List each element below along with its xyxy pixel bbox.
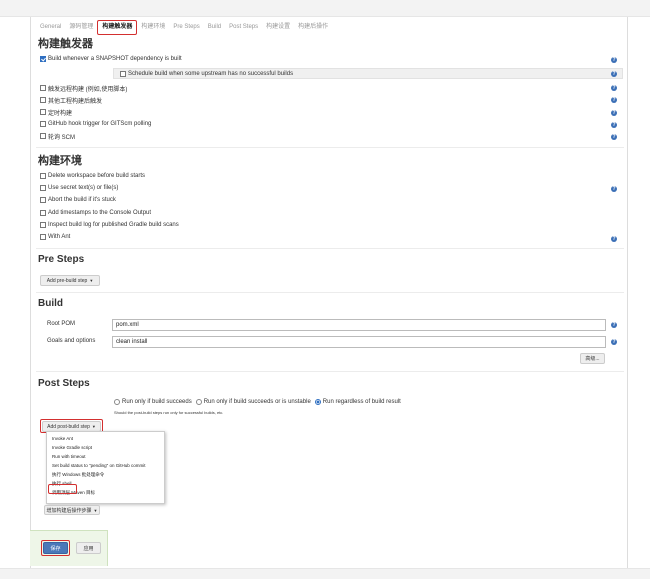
env-timestamps[interactable]: Add timestamps to the Console Output (40, 209, 151, 217)
radio-group-post-steps: Run only if build succeeds Run only if b… (114, 398, 401, 406)
goals-input[interactable]: clean install (112, 336, 606, 348)
section-title-triggers: 构建触发器 (38, 38, 93, 50)
checkbox[interactable] (40, 210, 46, 216)
highlight-box (41, 540, 70, 556)
radio-run-unstable-label: Run only if build succeeds or is unstabl… (203, 399, 311, 405)
trigger-schedule[interactable]: Schedule build when some upstream has no… (120, 70, 293, 78)
radio-run-unstable[interactable] (195, 399, 202, 405)
help-icon[interactable]: ? (611, 97, 617, 103)
trigger-schedule-label: Schedule build when some upstream has no… (128, 71, 294, 77)
env-timestamps-label: Add timestamps to the Console Output (48, 210, 152, 216)
radio-run-always-label: Run regardless of build result (322, 399, 401, 405)
help-icon[interactable]: ? (611, 110, 617, 116)
section-title-build: Build (38, 298, 63, 309)
section-divider (36, 371, 624, 372)
tab-build[interactable]: Build (204, 20, 225, 34)
checkbox[interactable] (40, 109, 46, 115)
trigger-remote-label: 触发远程构建 (例如,使用脚本) (48, 86, 128, 93)
radio-run-success-label: Run only if build succeeds (122, 399, 192, 405)
checkbox[interactable] (40, 97, 46, 103)
advanced-button[interactable]: 高级... (580, 353, 605, 364)
schedule-option-row: Schedule build when some upstream has no… (113, 68, 623, 79)
goals-label: Goals and options (47, 338, 96, 344)
env-abort-stuck[interactable]: Abort the build if it's stuck (40, 196, 116, 204)
trigger-after-other[interactable]: 其他工程构建后触发 (40, 96, 103, 105)
add-pre-build-step-button[interactable]: Add pre-build step ▼ (40, 275, 100, 286)
help-icon[interactable]: ? (611, 57, 617, 63)
checkbox[interactable] (40, 85, 46, 91)
add-post-build-action-button[interactable]: 增加构建后操作步骤 ▼ (44, 505, 100, 515)
radio-run-always[interactable] (314, 399, 321, 405)
root-pom-input[interactable]: pom.xml (112, 319, 606, 331)
trigger-periodic[interactable]: 定时构建 (40, 108, 73, 117)
config-tabs: General 源码管理 构建触发器 构建环境 Pre Steps Build … (36, 19, 332, 35)
trigger-github-hook-label: GitHub hook trigger for GITScm polling (48, 121, 152, 127)
checkbox[interactable] (40, 185, 46, 191)
env-delete-workspace[interactable]: Delete workspace before build starts (40, 172, 145, 180)
browser-top-bar (0, 0, 650, 17)
help-icon[interactable]: ? (611, 122, 617, 128)
root-pom-label: Root POM (47, 321, 76, 327)
trigger-periodic-label: 定时构建 (48, 110, 73, 117)
env-with-ant-label: With Ant (48, 234, 71, 240)
tab-post-build-actions[interactable]: 构建后操作 (294, 20, 332, 34)
section-title-pre-steps: Pre Steps (38, 254, 85, 265)
section-divider (36, 147, 624, 148)
help-icon[interactable]: ? (611, 134, 617, 140)
dropdown-caret-icon: ▼ (93, 507, 98, 513)
tab-general[interactable]: General (36, 20, 65, 34)
apply-button[interactable]: 应用 (76, 542, 101, 554)
help-icon[interactable]: ? (611, 186, 617, 192)
section-divider (36, 248, 624, 249)
dropdown-caret-icon: ▼ (89, 278, 94, 283)
post-steps-note: Should the post-build steps run only for… (114, 410, 224, 415)
add-pre-build-step-label: Add pre-build step (46, 277, 88, 284)
menu-item[interactable]: 执行 Windows 批处理命令 (47, 470, 164, 479)
section-title-env: 构建环境 (38, 155, 82, 167)
trigger-poll-scm[interactable]: 轮询 SCM (40, 132, 76, 141)
trigger-snapshot[interactable]: Build whenever a SNAPSHOT dependency is … (40, 55, 182, 63)
checkbox[interactable] (40, 173, 46, 179)
checkbox[interactable] (120, 71, 126, 77)
env-abort-stuck-label: Abort the build if it's stuck (48, 197, 116, 203)
highlight-box (48, 484, 77, 494)
help-icon[interactable]: ? (611, 71, 617, 77)
checkbox-checked[interactable] (40, 56, 46, 62)
radio-run-success[interactable] (114, 399, 120, 405)
env-secret-label: Use secret text(s) or file(s) (48, 185, 119, 191)
env-gradle-scans-label: Inspect build log for published Gradle b… (48, 222, 179, 228)
checkbox[interactable] (40, 121, 46, 127)
tab-scm[interactable]: 源码管理 (65, 20, 97, 34)
help-icon[interactable]: ? (611, 339, 617, 345)
add-post-build-action-label: 增加构建后操作步骤 (46, 507, 92, 514)
trigger-poll-scm-label: 轮询 SCM (48, 134, 76, 141)
trigger-github-hook[interactable]: GitHub hook trigger for GITScm polling (40, 120, 151, 128)
trigger-remote[interactable]: 触发远程构建 (例如,使用脚本) (40, 84, 128, 93)
checkbox[interactable] (40, 234, 46, 240)
env-gradle-scans[interactable]: Inspect build log for published Gradle b… (40, 221, 179, 229)
tab-post-steps[interactable]: Post Steps (225, 20, 262, 34)
browser-bottom-bar (0, 568, 650, 579)
env-delete-workspace-label: Delete workspace before build starts (48, 173, 146, 179)
menu-item[interactable]: Run with timeout (47, 452, 164, 461)
checkbox[interactable] (40, 197, 46, 203)
trigger-after-other-label: 其他工程构建后触发 (48, 98, 103, 105)
section-title-post-steps: Post Steps (38, 378, 90, 389)
help-icon[interactable]: ? (611, 236, 617, 242)
trigger-snapshot-label: Build whenever a SNAPSHOT dependency is … (48, 56, 182, 62)
tab-build-triggers[interactable]: 构建触发器 (97, 19, 138, 35)
menu-item[interactable]: Invoke Ant (47, 434, 164, 443)
menu-item[interactable]: Set build status to "pending" on GitHub … (47, 461, 164, 470)
tab-build-env[interactable]: 构建环境 (137, 20, 169, 34)
menu-item[interactable]: Invoke Gradle script (47, 443, 164, 452)
env-secret[interactable]: Use secret text(s) or file(s) (40, 184, 118, 192)
tab-pre-steps[interactable]: Pre Steps (169, 20, 203, 34)
checkbox[interactable] (40, 133, 46, 139)
help-icon[interactable]: ? (611, 322, 617, 328)
section-divider (36, 292, 624, 293)
tab-build-settings[interactable]: 构建设置 (262, 20, 294, 34)
help-icon[interactable]: ? (611, 85, 617, 91)
checkbox[interactable] (40, 222, 46, 228)
env-with-ant[interactable]: With Ant (40, 233, 70, 241)
